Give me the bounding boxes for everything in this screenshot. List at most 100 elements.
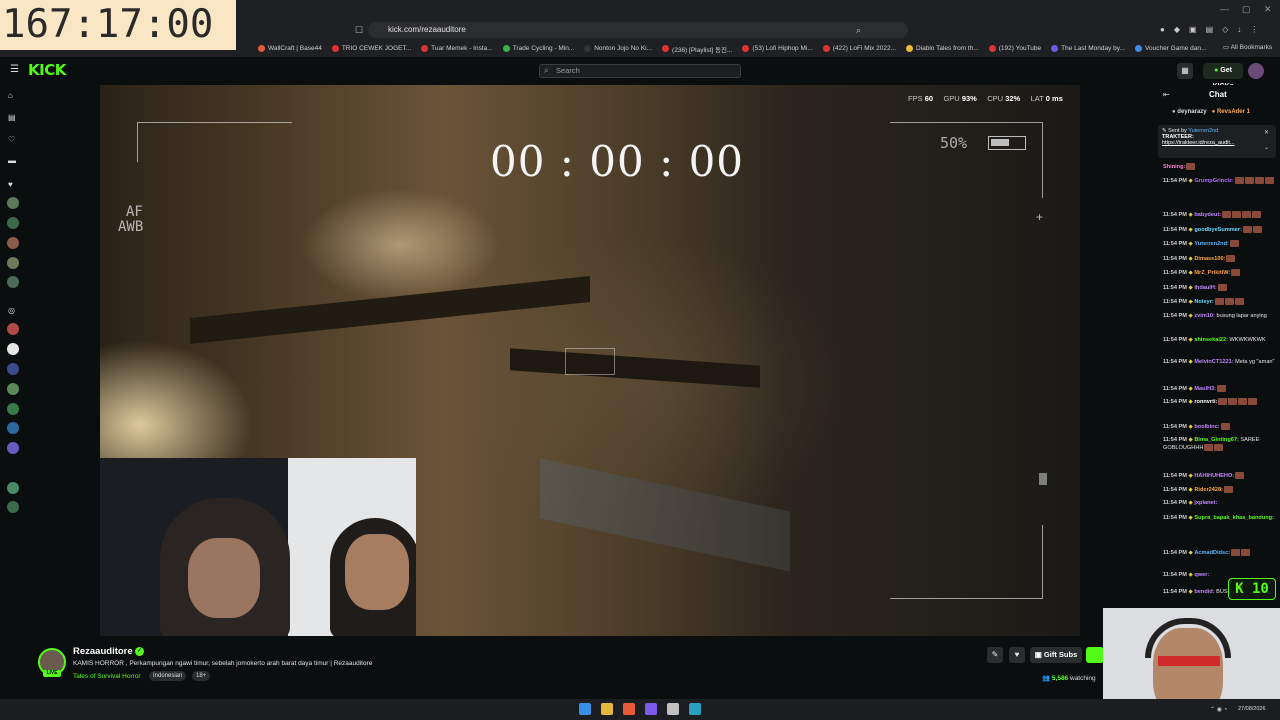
file-explorer-icon[interactable] — [601, 703, 613, 715]
bookmark-item[interactable]: TRIO CEWEK JOGET... — [331, 45, 411, 52]
chat-message[interactable]: 11:54 PM ◆ Supra_bapak_khas_bandung: — [1163, 515, 1275, 522]
bookmark-item[interactable]: (236) [Playlist] 동진... — [662, 44, 732, 54]
chat-username[interactable]: Rider2428: — [1194, 487, 1223, 493]
chat-message[interactable]: 11:54 PM ◆ babydeut: — [1163, 211, 1275, 219]
chat-message[interactable]: 11:54 PM ◆ zvim10: busung lapar anying — [1163, 313, 1275, 320]
channel-avatar[interactable] — [7, 197, 19, 209]
chat-message[interactable]: Shining: — [1163, 163, 1275, 171]
extension-icon[interactable]: ▣ — [1189, 25, 1197, 35]
windows-start-icon[interactable] — [579, 703, 591, 715]
edge-icon[interactable] — [689, 703, 701, 715]
channel-avatar[interactable] — [7, 482, 19, 494]
gift-subs-button[interactable]: ▣ Gift Subs — [1030, 647, 1082, 663]
channel-avatar[interactable] — [7, 383, 19, 395]
chat-username[interactable]: qwer: — [1194, 572, 1209, 578]
home-icon[interactable]: ⌂ — [8, 91, 13, 100]
chat-message[interactable]: 11:54 PM ◆ Bima_Ginting67: SAREE GOBLOUG… — [1163, 437, 1275, 452]
search-input[interactable]: ⌕ Search — [539, 64, 741, 78]
chat-username[interactable]: boolbinc: — [1194, 424, 1219, 430]
following-icon[interactable]: ♡ — [8, 135, 15, 144]
extension-icon[interactable]: ◆ — [1174, 25, 1180, 35]
system-tray-icons[interactable]: ⌃ ◉ ◔ — [1210, 706, 1227, 713]
chat-message[interactable]: 11:54 PM ◆ ronnvrti: — [1163, 398, 1275, 406]
chat-message[interactable]: 11:54 PM ◆ shinsekai22: WKWKWKWK — [1163, 337, 1275, 344]
channel-avatar[interactable] — [7, 422, 19, 434]
bookmark-item[interactable]: Diablo Tales from th... — [906, 45, 979, 52]
maximize-icon[interactable]: ▢ — [1242, 4, 1251, 15]
channel-avatar[interactable] — [7, 343, 19, 355]
zoom-icon[interactable]: ⌕ — [856, 25, 861, 36]
streamer-name[interactable]: Rezaauditore — [73, 646, 133, 657]
chevron-down-icon[interactable]: ⌄ — [1264, 144, 1269, 151]
address-bar[interactable]: kick.com/rezaauditore — [368, 22, 908, 38]
channel-avatar[interactable] — [7, 323, 19, 335]
close-icon[interactable]: ✕ — [1264, 4, 1272, 15]
chat-username[interactable]: Noisyr: — [1194, 299, 1213, 305]
chat-username[interactable]: ronnvrti: — [1194, 399, 1217, 405]
kick-logo[interactable]: KICK — [28, 61, 66, 79]
chat-username[interactable]: AcmadDidsc: — [1194, 550, 1230, 556]
chat-username[interactable]: goodbyeSummer: — [1194, 227, 1242, 233]
chat-message[interactable]: 11:54 PM ◆ AcmadDidsc: — [1163, 549, 1275, 557]
menu-dots-icon[interactable]: ⋮ — [1250, 25, 1258, 35]
pinned-link[interactable]: https://trakteer.id/reza_audit... — [1162, 140, 1272, 146]
chat-username[interactable]: Shining: — [1163, 164, 1185, 170]
minimize-icon[interactable]: — — [1220, 4, 1229, 14]
chat-username[interactable]: MrZ_PrikitiW: — [1194, 270, 1230, 276]
chat-message[interactable]: 11:54 PM ◆ GrumpGrinctz: — [1163, 177, 1275, 185]
hamburger-menu-icon[interactable]: ☰ — [10, 64, 19, 75]
chat-message[interactable]: 11:54 PM ◆ MrZ_PrikitiW: — [1163, 269, 1275, 277]
user-avatar[interactable] — [1248, 63, 1264, 79]
chat-username[interactable]: MelvinCT1221: — [1194, 359, 1233, 365]
chat-username[interactable]: jxplanet: — [1194, 500, 1217, 506]
bookmark-item[interactable]: Nonton Jojo No Ki... — [584, 45, 652, 52]
download-icon[interactable]: ↓ — [1237, 25, 1241, 35]
channel-avatar[interactable] — [7, 237, 19, 249]
chat-message[interactable]: 11:54 PM ◆ Noisyr: — [1163, 298, 1275, 306]
extension-icon[interactable]: ● — [1160, 25, 1165, 35]
chat-username[interactable]: ihdaulH: — [1194, 285, 1216, 291]
chat-username[interactable]: Dimass100: — [1194, 256, 1225, 262]
chat-message[interactable]: 11:54 PM ◆ MelvinCT1221: Meta yg "aman" — [1163, 359, 1275, 366]
chat-username[interactable]: Bima_Ginting67: — [1194, 437, 1238, 443]
chat-message[interactable]: 11:54 PM ◆ jxplanet: — [1163, 500, 1275, 507]
collapse-chat-icon[interactable]: ⇤ — [1163, 90, 1170, 99]
all-bookmarks[interactable]: ▭ All Bookmarks — [1223, 43, 1272, 51]
chrome-icon[interactable] — [667, 703, 679, 715]
brave-browser-icon[interactable] — [623, 703, 635, 715]
leaderboard-user[interactable]: RevsAder 1 — [1217, 109, 1250, 115]
bookmark-item[interactable]: WallCraft | Base44 — [258, 45, 322, 52]
bookmark-item[interactable]: Tuar Memek - Insta... — [421, 45, 493, 52]
store-icon[interactable]: ▬ — [8, 156, 16, 165]
chat-message[interactable]: 11:54 PM ◆ Rider2428: — [1163, 486, 1275, 494]
chat-username[interactable]: shinsekai22: — [1194, 337, 1228, 343]
bookmark-item[interactable]: (53) Lofi Hiphop Mi... — [742, 45, 813, 52]
get-kicks-button[interactable]: ● Get KICKs — [1203, 63, 1243, 90]
channel-avatar[interactable] — [7, 217, 19, 229]
chat-username[interactable]: babydeut: — [1194, 212, 1221, 218]
pinned-message[interactable]: ✎ Sent by Yuterren2nd TRAKTEER: https://… — [1158, 125, 1276, 158]
chat-message[interactable]: 11:54 PM ◆ ihdaulH: — [1163, 284, 1275, 292]
extension-icon[interactable]: ◇ — [1222, 25, 1228, 35]
bookmark-item[interactable]: The Last Monday by... — [1051, 45, 1125, 52]
bookmark-item[interactable]: (422) LoFi Mix 2022... — [822, 45, 896, 52]
chat-message[interactable]: 11:54 PM ◆ Yuterren2nd: — [1163, 240, 1275, 248]
bookmark-item[interactable]: Voucher Game dan... — [1135, 45, 1206, 52]
chat-username[interactable]: zvim10: — [1194, 313, 1215, 319]
chat-username[interactable]: bendid: — [1194, 589, 1214, 595]
channel-avatar[interactable] — [7, 276, 19, 288]
chat-message[interactable]: 11:54 PM ◆ goodbyeSummer: — [1163, 226, 1275, 234]
stream-category[interactable]: Tales of Survival Horror — [73, 673, 141, 680]
chat-username[interactable]: MaulH3: — [1194, 386, 1216, 392]
chat-message[interactable]: 11:54 PM ◆ boolbinc: — [1163, 423, 1275, 431]
chat-message[interactable]: 11:54 PM ◆ Dimass100: — [1163, 255, 1275, 263]
channel-avatar[interactable] — [7, 257, 19, 269]
bookmark-item[interactable]: (192) YouTube — [988, 45, 1041, 52]
channel-avatar[interactable] — [7, 363, 19, 375]
tag-age[interactable]: 18+ — [192, 671, 211, 681]
chat-message[interactable]: 11:54 PM ◆ MaulH3: — [1163, 385, 1275, 393]
chat-username[interactable]: Supra_bapak_khas_bandung: — [1194, 515, 1274, 521]
wallet-icon[interactable]: ▦ — [1177, 63, 1193, 79]
chat-username[interactable]: GrumpGrinctz: — [1194, 178, 1233, 184]
clip-icon[interactable]: ✎ — [987, 647, 1003, 663]
